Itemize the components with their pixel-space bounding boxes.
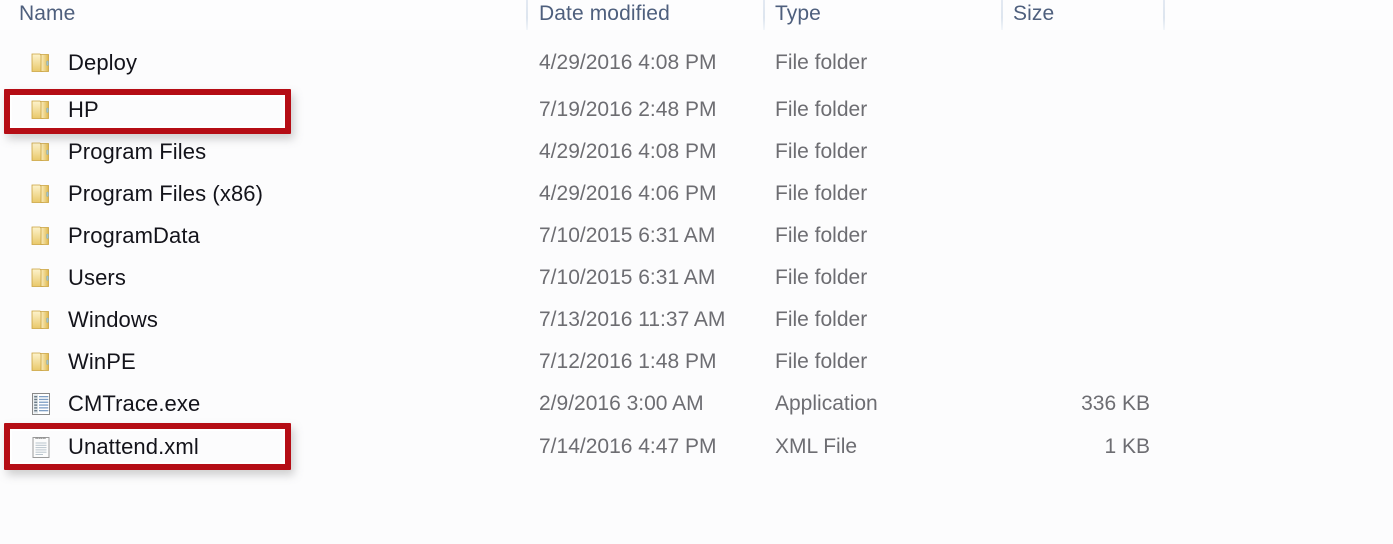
folder-icon <box>31 184 49 203</box>
file-size-cell <box>940 257 1150 299</box>
file-row[interactable]: CMTrace.exe 2/9/2016 3:00 AM Application 33… <box>0 383 1393 425</box>
column-header-size[interactable]: Size <box>1013 2 1054 26</box>
file-size-cell <box>940 299 1150 341</box>
file-row[interactable]: Windows 7/13/2016 11:37 AM File folder <box>0 299 1393 341</box>
file-date-modified-cell: 7/12/2016 1:48 PM <box>539 350 717 373</box>
file-name-cell[interactable]: Users <box>28 257 126 299</box>
file-name-label: Program Files (x86) <box>68 181 264 206</box>
column-divider-type-size[interactable] <box>1001 0 1003 30</box>
file-row[interactable]: ProgramData 7/10/2015 6:31 AM File folder <box>0 215 1393 257</box>
file-date-modified-cell: 4/29/2016 4:08 PM <box>539 51 717 74</box>
file-date-modified-cell: 4/29/2016 4:06 PM <box>539 182 717 205</box>
column-header-row: Name Date modified Type Size <box>0 0 1393 30</box>
column-header-date-modified[interactable]: Date modified <box>539 2 670 26</box>
file-type-cell: File folder <box>775 350 868 373</box>
file-date-modified-cell: 7/14/2016 4:47 PM <box>539 435 717 458</box>
file-name-label: Deploy <box>68 50 138 75</box>
file-size-cell <box>940 173 1150 215</box>
file-date-modified-cell: 7/19/2016 2:48 PM <box>539 98 717 121</box>
file-type-cell: XML File <box>775 435 858 458</box>
highlight-box-unattend <box>4 423 291 470</box>
file-name-cell[interactable]: Program Files <box>28 131 206 173</box>
column-divider-name-date[interactable] <box>526 0 528 30</box>
file-date-modified-cell: 7/13/2016 11:37 AM <box>539 308 726 331</box>
file-row[interactable]: Program Files (x86) 4/29/2016 4:06 PM File… <box>0 173 1393 215</box>
file-name-label: ProgramData <box>68 223 200 248</box>
file-size-cell <box>940 89 1150 131</box>
file-type-cell: File folder <box>775 98 868 121</box>
file-name-label: Program Files <box>68 139 207 164</box>
file-size-cell: 336 KB <box>1081 392 1150 415</box>
folder-icon <box>31 352 49 371</box>
column-divider-date-type[interactable] <box>763 0 765 30</box>
column-header-name[interactable]: Name <box>19 2 75 26</box>
file-name-label: WinPE <box>68 349 136 374</box>
folder-icon <box>31 53 49 72</box>
file-row[interactable]: Program Files 4/29/2016 4:08 PM File folde… <box>0 131 1393 173</box>
file-date-modified-cell: 7/10/2015 6:31 AM <box>539 224 716 247</box>
file-row[interactable]: WinPE 7/12/2016 1:48 PM File folder <box>0 341 1393 383</box>
column-divider-size-end[interactable] <box>1163 0 1165 30</box>
file-name-cell[interactable]: Windows <box>28 299 158 341</box>
file-name-label: Windows <box>68 307 158 332</box>
file-row[interactable]: Deploy 4/29/2016 4:08 PM File folder <box>0 42 1393 84</box>
file-date-modified-cell: 4/29/2016 4:08 PM <box>539 140 717 163</box>
folder-icon <box>31 310 49 329</box>
file-size-cell: 1 KB <box>1104 435 1150 458</box>
file-name-cell[interactable]: Deploy <box>28 42 137 84</box>
folder-icon <box>31 142 49 161</box>
file-name-cell[interactable]: CMTrace.exe <box>28 383 200 425</box>
file-type-cell: File folder <box>775 182 868 205</box>
file-type-cell: File folder <box>775 224 868 247</box>
file-type-cell: File folder <box>775 140 868 163</box>
highlight-box-hp <box>4 89 291 134</box>
file-name-label: CMTrace.exe <box>68 391 201 416</box>
file-size-cell <box>940 42 1150 84</box>
file-type-cell: File folder <box>775 266 868 289</box>
folder-icon <box>31 226 49 245</box>
file-date-modified-cell: 2/9/2016 3:00 AM <box>539 392 704 415</box>
file-size-cell <box>940 341 1150 383</box>
file-name-cell[interactable]: Program Files (x86) <box>28 173 263 215</box>
file-row[interactable]: Users 7/10/2015 6:31 AM File folder <box>0 257 1393 299</box>
file-type-cell: File folder <box>775 308 868 331</box>
file-type-cell: Application <box>775 392 878 415</box>
file-name-cell[interactable]: ProgramData <box>28 215 200 257</box>
file-name-cell[interactable]: WinPE <box>28 341 136 383</box>
file-size-cell <box>940 215 1150 257</box>
file-type-cell: File folder <box>775 51 868 74</box>
file-name-label: Users <box>68 265 126 290</box>
folder-icon <box>31 268 49 287</box>
file-date-modified-cell: 7/10/2015 6:31 AM <box>539 266 716 289</box>
application-icon <box>32 393 50 415</box>
file-size-cell <box>940 131 1150 173</box>
column-header-type[interactable]: Type <box>775 2 821 26</box>
